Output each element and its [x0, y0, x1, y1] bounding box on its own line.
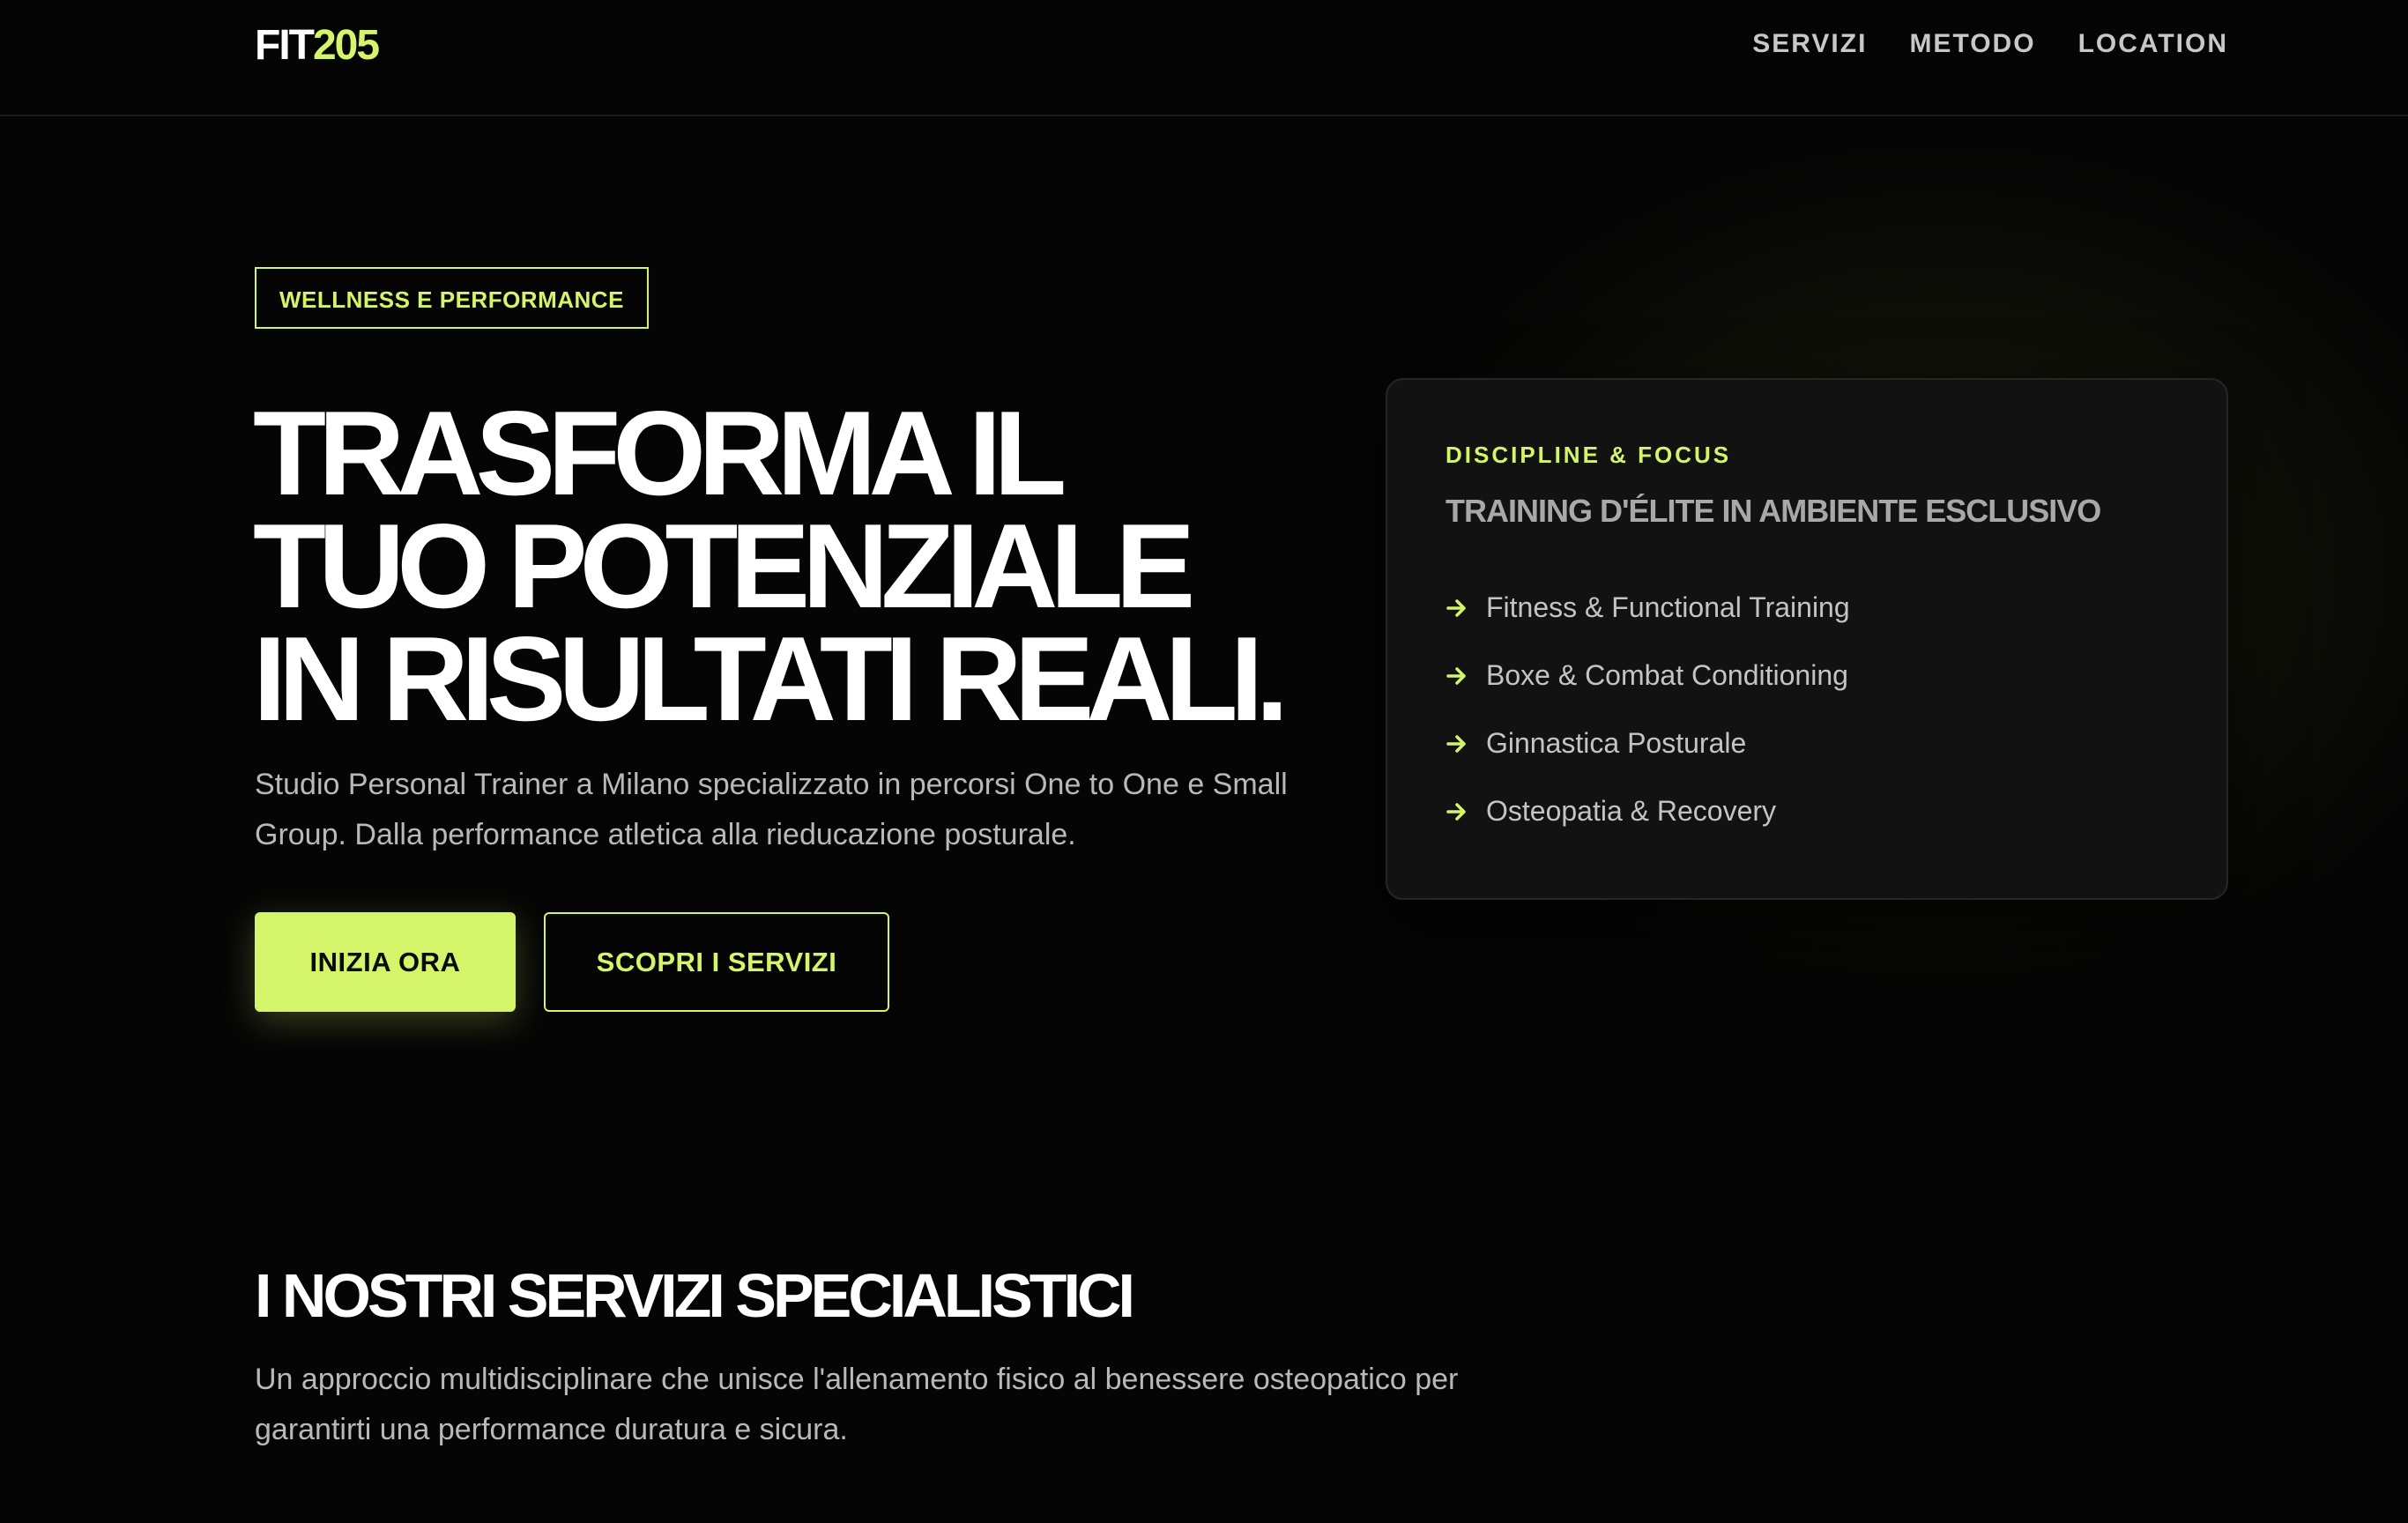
discipline-label: Ginnastica Posturale: [1486, 727, 1747, 759]
logo[interactable]: FIT205: [255, 21, 380, 71]
main-nav: SERVIZI METODO LOCATION: [1752, 26, 2228, 62]
nav-link-servizi[interactable]: SERVIZI: [1752, 26, 1867, 62]
list-item: Ginnastica Posturale: [1446, 709, 1850, 777]
discipline-label: Fitness & Functional Training: [1486, 591, 1850, 623]
headline-line-1: TRASFORMA IL: [253, 386, 1067, 520]
discipline-label: Boxe & Combat Conditioning: [1486, 659, 1848, 691]
hero-headline: TRASFORMA IL TUO POTENZIALE IN RISULTATI…: [253, 386, 1311, 746]
hero-subtitle: Studio Personal Trainer a Milano special…: [255, 768, 1288, 851]
discover-services-button[interactable]: SCOPRI I SERVIZI: [544, 912, 889, 1012]
nav-link-location[interactable]: LOCATION: [2078, 26, 2228, 62]
discipline-label: Osteopatia & Recovery: [1486, 795, 1777, 827]
card-eyebrow: DISCIPLINE & FOCUS: [1446, 442, 1732, 468]
site-header: FIT205 SERVIZI METODO LOCATION: [0, 0, 2408, 116]
page: FIT205 SERVIZI METODO LOCATION WELLNESS …: [0, 0, 2408, 1523]
arrow-right-icon: [1446, 800, 1472, 823]
disciplines-card: DISCIPLINE & FOCUS TRAINING D'ÉLITE IN A…: [1386, 378, 2228, 900]
nav-link-metodo[interactable]: METODO: [1909, 26, 2035, 62]
logo-text-fit: FIT: [255, 22, 315, 69]
list-item: Osteopatia & Recovery: [1446, 777, 1850, 845]
arrow-right-icon: [1446, 597, 1472, 620]
list-item: Fitness & Functional Training: [1446, 574, 1850, 642]
services-section-description: Un approccio multidisciplinare che unisc…: [255, 1363, 1459, 1446]
logo-text-number: 205: [312, 22, 380, 69]
list-item: Boxe & Combat Conditioning: [1446, 642, 1850, 709]
headline-line-3: IN RISULTATI REALI.: [253, 612, 1289, 746]
hero-badge: WELLNESS E PERFORMANCE: [255, 267, 649, 329]
headline-line-2: TUO POTENZIALE: [253, 499, 1195, 633]
start-now-button[interactable]: INIZIA ORA: [255, 912, 516, 1012]
discipline-list: Fitness & Functional Training Boxe & Com…: [1446, 574, 1850, 845]
arrow-right-icon: [1446, 732, 1472, 755]
services-section-title: I NOSTRI SERVIZI SPECIALISTICI: [255, 1261, 1135, 1330]
card-title: TRAINING D'ÉLITE IN AMBIENTE ESCLUSIVO: [1446, 493, 2101, 529]
arrow-right-icon: [1446, 665, 1472, 687]
